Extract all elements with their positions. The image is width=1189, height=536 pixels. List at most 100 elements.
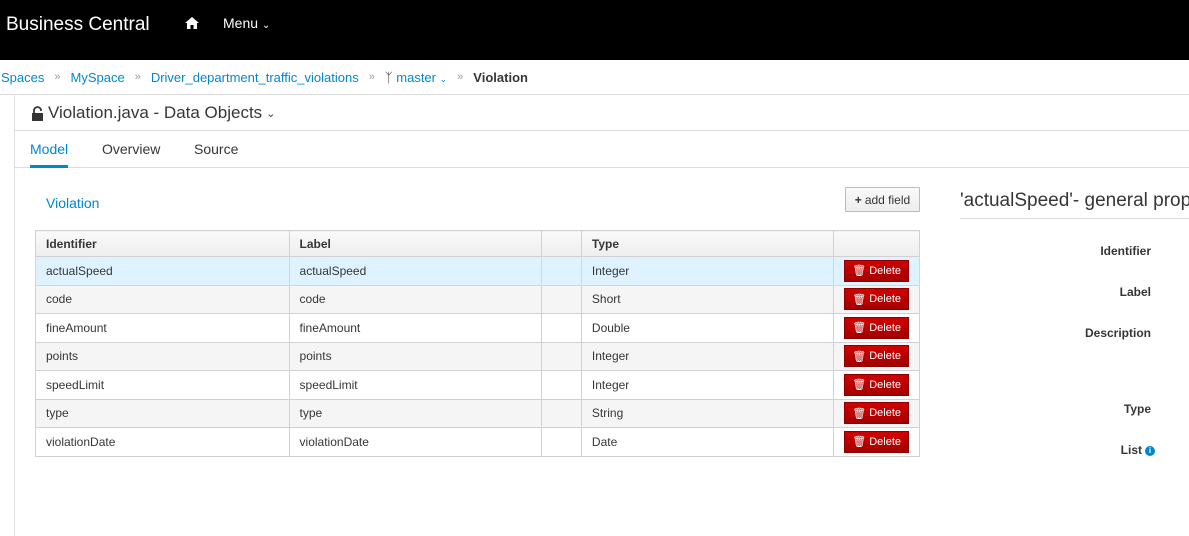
cell-type: Integer [580,341,835,371]
delete-button[interactable]: 🗑 Delete [844,402,909,425]
delete-label: Delete [869,293,901,306]
menu-dropdown[interactable]: Menu ⌄ [223,15,270,31]
cell-label: points [288,341,543,371]
cell-empty [541,341,582,371]
table-row[interactable]: type type String 🗑 Delete [35,398,920,428]
delete-button[interactable]: 🗑 Delete [844,288,909,311]
cell-actions: 🗑 Delete [833,427,920,457]
cell-actions: 🗑 Delete [833,341,920,371]
separator-icon: » [134,71,141,83]
editor-title-bar: Violation.java - Data Objects ⌄ [15,95,1189,131]
table-row[interactable]: code code Short 🗑 Delete [35,284,920,314]
chevron-down-icon: ⌄ [439,73,448,84]
prop-label-label: Label [1119,285,1151,299]
table-row[interactable]: speedLimit speedLimit Integer 🗑 Delete [35,370,920,400]
cell-label: violationDate [288,427,543,457]
menu-label: Menu [223,15,259,31]
column-header-actions [833,230,920,257]
branch-selector[interactable]: ᛉ master ⌄ [385,70,447,85]
home-icon[interactable] [184,15,200,31]
cell-type: String [580,398,835,428]
editor-title[interactable]: Violation.java - Data Objects ⌄ [31,103,275,123]
trash-icon: 🗑 [852,350,867,363]
trash-icon: 🗑 [852,407,867,420]
prop-label-list: List i [1121,443,1155,457]
delete-label: Delete [869,264,901,277]
editor-title-text: Violation.java - Data Objects [48,103,263,122]
cell-actions: 🗑 Delete [833,313,920,343]
cell-identifier: code [35,284,290,314]
cell-empty [541,427,582,457]
cell-identifier: points [35,341,290,371]
delete-label: Delete [869,435,901,448]
tab-overview[interactable]: Overview [102,141,160,157]
cell-label: fineAmount [288,313,543,343]
delete-label: Delete [869,321,901,334]
cell-empty [541,256,582,286]
cell-type: Integer [580,370,835,400]
delete-button[interactable]: 🗑 Delete [844,316,909,339]
branch-label: master [396,69,436,85]
cell-label: type [288,398,543,428]
cell-type: Double [580,313,835,343]
plus-icon: + [854,192,862,207]
cell-empty [541,398,582,428]
breadcrumb-current: Violation [473,69,528,85]
column-header-type[interactable]: Type [580,230,835,257]
cell-identifier: violationDate [35,427,290,457]
delete-button[interactable]: 🗑 Delete [844,373,909,396]
trash-icon: 🗑 [852,436,867,449]
table-row[interactable]: fineAmount fineAmount Double 🗑 Delete [35,313,920,343]
cell-type: Short [580,284,835,314]
column-header-empty [541,230,582,257]
breadcrumb-project[interactable]: Driver_department_traffic_violations [151,70,359,85]
branch-icon: ᛉ [384,69,393,85]
column-header-identifier[interactable]: Identifier [35,230,290,257]
breadcrumb-spaces[interactable]: Spaces [1,70,44,85]
cell-type: Integer [580,256,835,286]
table-row[interactable]: actualSpeed actualSpeed Integer 🗑 Delete [35,256,920,286]
cell-identifier: actualSpeed [35,256,290,286]
cell-label: code [288,284,543,314]
delete-button[interactable]: 🗑 Delete [844,259,909,282]
separator-icon: » [368,71,375,83]
tab-source[interactable]: Source [194,141,238,157]
cell-empty [541,284,582,314]
editor-tabs: Model Overview Source [15,131,1189,168]
data-object-name[interactable]: Violation [46,195,99,211]
cell-label: actualSpeed [288,256,543,286]
prop-label-identifier: Identifier [1100,244,1151,258]
brand[interactable]: Business Central [6,14,150,36]
table-row[interactable]: points points Integer 🗑 Delete [35,341,920,371]
fields-table: Identifier Label Type actualSpeed actual… [35,230,920,457]
delete-button[interactable]: 🗑 Delete [844,430,909,453]
breadcrumb-space[interactable]: MySpace [71,70,125,85]
delete-label: Delete [869,407,901,420]
delete-label: Delete [869,350,901,363]
cell-identifier: type [35,398,290,428]
cell-empty [541,370,582,400]
table-row[interactable]: violationDate violationDate Date 🗑 Delete [35,427,920,457]
column-header-label[interactable]: Label [288,230,543,257]
trash-icon: 🗑 [852,265,867,278]
add-field-button[interactable]: + add field [845,187,920,212]
tab-model[interactable]: Model [30,141,69,168]
trash-icon: 🗑 [852,293,867,306]
delete-button[interactable]: 🗑 Delete [844,345,909,368]
prop-label-description: Description [1084,326,1151,340]
trash-icon: 🗑 [852,322,867,335]
properties-title: 'actualSpeed'- general properties [960,190,1189,219]
cell-type: Date [580,427,835,457]
breadcrumb: Spaces » MySpace » Driver_department_traff… [0,60,1189,95]
cell-label: speedLimit [288,370,543,400]
trash-icon: 🗑 [852,379,867,392]
prop-label-type: Type [1123,402,1151,416]
top-navbar: Business Central Menu ⌄ [0,0,1189,60]
cell-actions: 🗑 Delete [833,256,920,286]
cell-identifier: speedLimit [35,370,290,400]
add-field-label: add field [864,192,911,207]
chevron-down-icon: ⌄ [266,107,276,120]
cell-empty [541,313,582,343]
separator-icon: » [457,71,464,83]
info-icon[interactable]: i [1145,445,1155,456]
